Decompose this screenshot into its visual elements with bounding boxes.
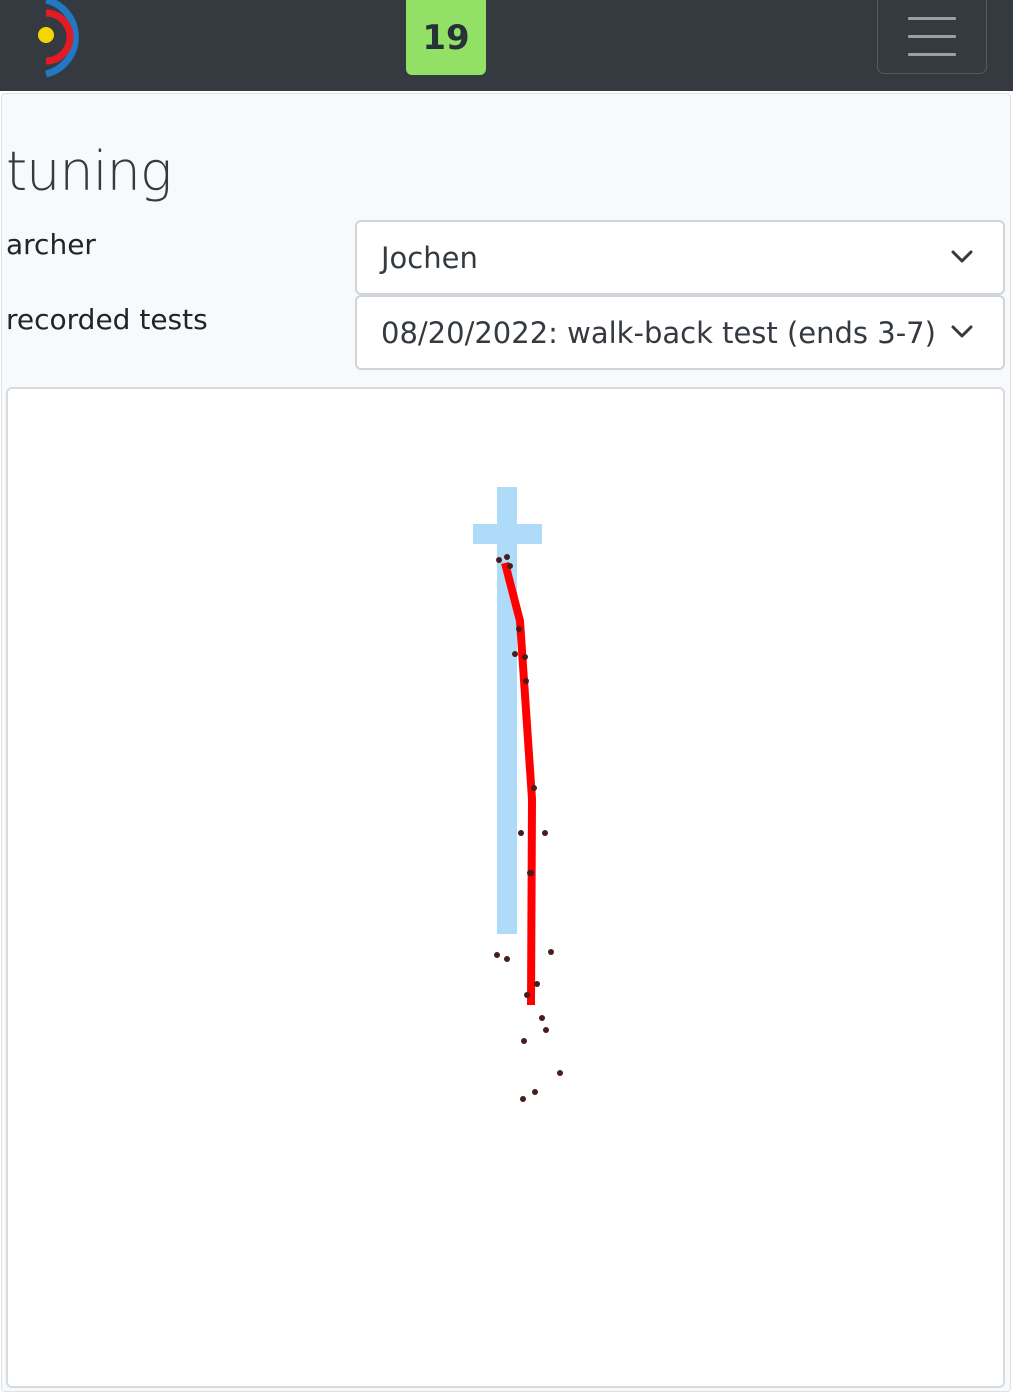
data-point [518, 830, 524, 836]
data-point [539, 1015, 545, 1021]
data-point [522, 654, 528, 660]
count-badge[interactable]: 19 [406, 0, 486, 75]
archery-target-logo-icon[interactable] [20, 0, 92, 78]
chevron-down-icon [951, 325, 973, 338]
data-point [520, 1096, 526, 1102]
data-point [532, 1089, 538, 1095]
data-point [496, 557, 502, 563]
data-point [543, 1027, 549, 1033]
recorded-tests-label: recorded tests [6, 303, 208, 336]
archer-label: archer [6, 228, 96, 261]
recorded-tests-select-value: 08/20/2022: walk-back test (ends 3-7) [381, 315, 936, 350]
data-point [507, 563, 513, 569]
data-point [516, 626, 522, 632]
data-point [542, 830, 548, 836]
data-point [527, 870, 533, 876]
tuning-chart [473, 487, 563, 1102]
data-point [521, 1038, 527, 1044]
hamburger-menu-icon-bottom [908, 53, 956, 56]
hamburger-menu-button[interactable] [877, 0, 987, 74]
data-point [557, 1070, 563, 1076]
data-point [531, 785, 537, 791]
data-point [504, 554, 510, 560]
tuning-chart-card [6, 387, 1005, 1388]
archer-select-value: Jochen [381, 240, 478, 275]
chevron-down-icon [951, 250, 973, 263]
data-point [512, 651, 518, 657]
data-point [523, 678, 529, 684]
data-point [524, 992, 530, 998]
page-title: tuning [6, 140, 172, 203]
data-point [534, 981, 540, 987]
archer-select[interactable]: Jochen [355, 220, 1005, 295]
data-point [548, 949, 554, 955]
hamburger-menu-icon-middle [908, 35, 956, 38]
data-point [494, 952, 500, 958]
hamburger-menu-icon [908, 17, 956, 20]
top-navbar: 19 [0, 0, 1013, 91]
reference-horizontal-bar [473, 524, 542, 544]
data-point [504, 956, 510, 962]
recorded-tests-select[interactable]: 08/20/2022: walk-back test (ends 3-7) [355, 295, 1005, 370]
